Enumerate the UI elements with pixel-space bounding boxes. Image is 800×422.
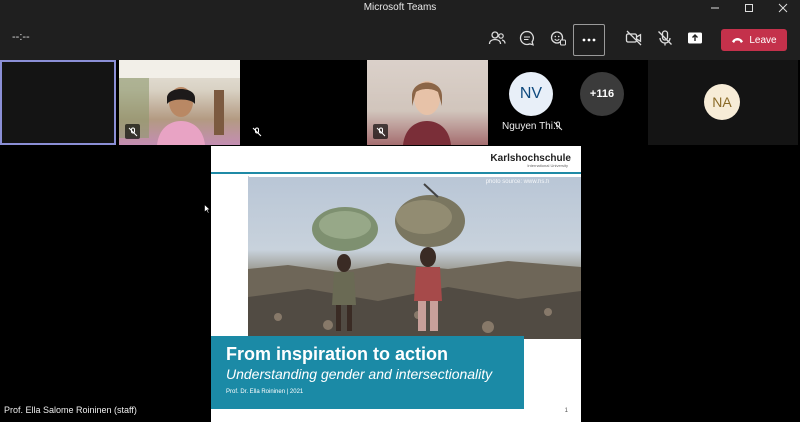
reactions-button[interactable] <box>545 25 571 51</box>
reactions-icon <box>550 31 566 46</box>
leave-label: Leave <box>749 34 777 46</box>
more-actions-button[interactable] <box>573 24 605 56</box>
muted-indicator <box>249 124 264 139</box>
window-titlebar: Microsoft Teams <box>0 0 800 16</box>
chat-icon <box>519 30 534 46</box>
window-title: Microsoft Teams <box>363 2 437 13</box>
close-icon[interactable] <box>766 0 800 16</box>
mic-off-icon <box>376 127 385 136</box>
slide-photo: photo source: www.hs.fi <box>248 177 581 339</box>
participant-tile-blank[interactable] <box>243 60 364 145</box>
meeting-toolbar: --:-- Leave <box>0 16 800 60</box>
camera-toggle-button[interactable] <box>621 25 647 51</box>
minimize-icon[interactable] <box>698 0 732 16</box>
overflow-participants-button[interactable]: +116 <box>580 72 624 116</box>
avatar-initials: NV <box>519 85 543 102</box>
overflow-count: +116 <box>589 88 615 100</box>
muted-indicator <box>125 124 140 139</box>
slide-author: Prof. Dr. Ella Roininen | 2021 <box>226 389 304 395</box>
slide-page-number: 1 <box>564 408 568 414</box>
maximize-icon[interactable] <box>732 0 766 16</box>
people-icon <box>488 31 506 45</box>
people-button[interactable] <box>484 25 510 51</box>
slide-left-column <box>211 176 249 338</box>
participant-tile-video[interactable] <box>367 60 488 145</box>
photo-illustration <box>248 183 581 339</box>
slide-header: Karlshochschule International University <box>211 146 581 174</box>
mic-off-icon <box>252 127 261 136</box>
avatar-nv[interactable]: NV <box>509 72 553 116</box>
slide-logo-subtitle: International University <box>527 163 568 168</box>
slide-title: From inspiration to action <box>226 344 449 364</box>
share-button[interactable] <box>682 25 708 51</box>
meeting-timer: --:-- <box>12 31 30 43</box>
presenter-label: Prof. Ella Salome Roininen (staff) <box>4 405 137 415</box>
window-controls <box>698 0 800 16</box>
mic-off-icon <box>658 30 672 46</box>
participant-tile-video[interactable] <box>119 60 240 145</box>
avatar-initials: NA <box>712 94 732 110</box>
photo-credit: photo source: www.hs.fi <box>485 179 549 185</box>
slide-subtitle: Understanding gender and intersectionali… <box>226 366 493 382</box>
slide-title-banner: From inspiration to action Understanding… <box>211 336 524 409</box>
shared-slide: Karlshochschule International University… <box>211 146 581 422</box>
leave-button[interactable]: Leave <box>721 29 787 51</box>
mic-toggle-button[interactable] <box>652 25 678 51</box>
more-icon <box>582 38 596 42</box>
mouse-cursor-icon <box>204 204 211 214</box>
participant-tile-active[interactable] <box>0 60 116 145</box>
muted-indicator <box>373 124 388 139</box>
share-icon <box>688 32 702 44</box>
mic-off-icon <box>553 121 563 131</box>
hang-up-icon <box>732 38 744 43</box>
chat-button[interactable] <box>514 25 540 51</box>
avatar-na[interactable]: NA <box>704 84 740 120</box>
camera-off-icon <box>625 30 642 46</box>
mic-off-icon <box>128 127 137 136</box>
